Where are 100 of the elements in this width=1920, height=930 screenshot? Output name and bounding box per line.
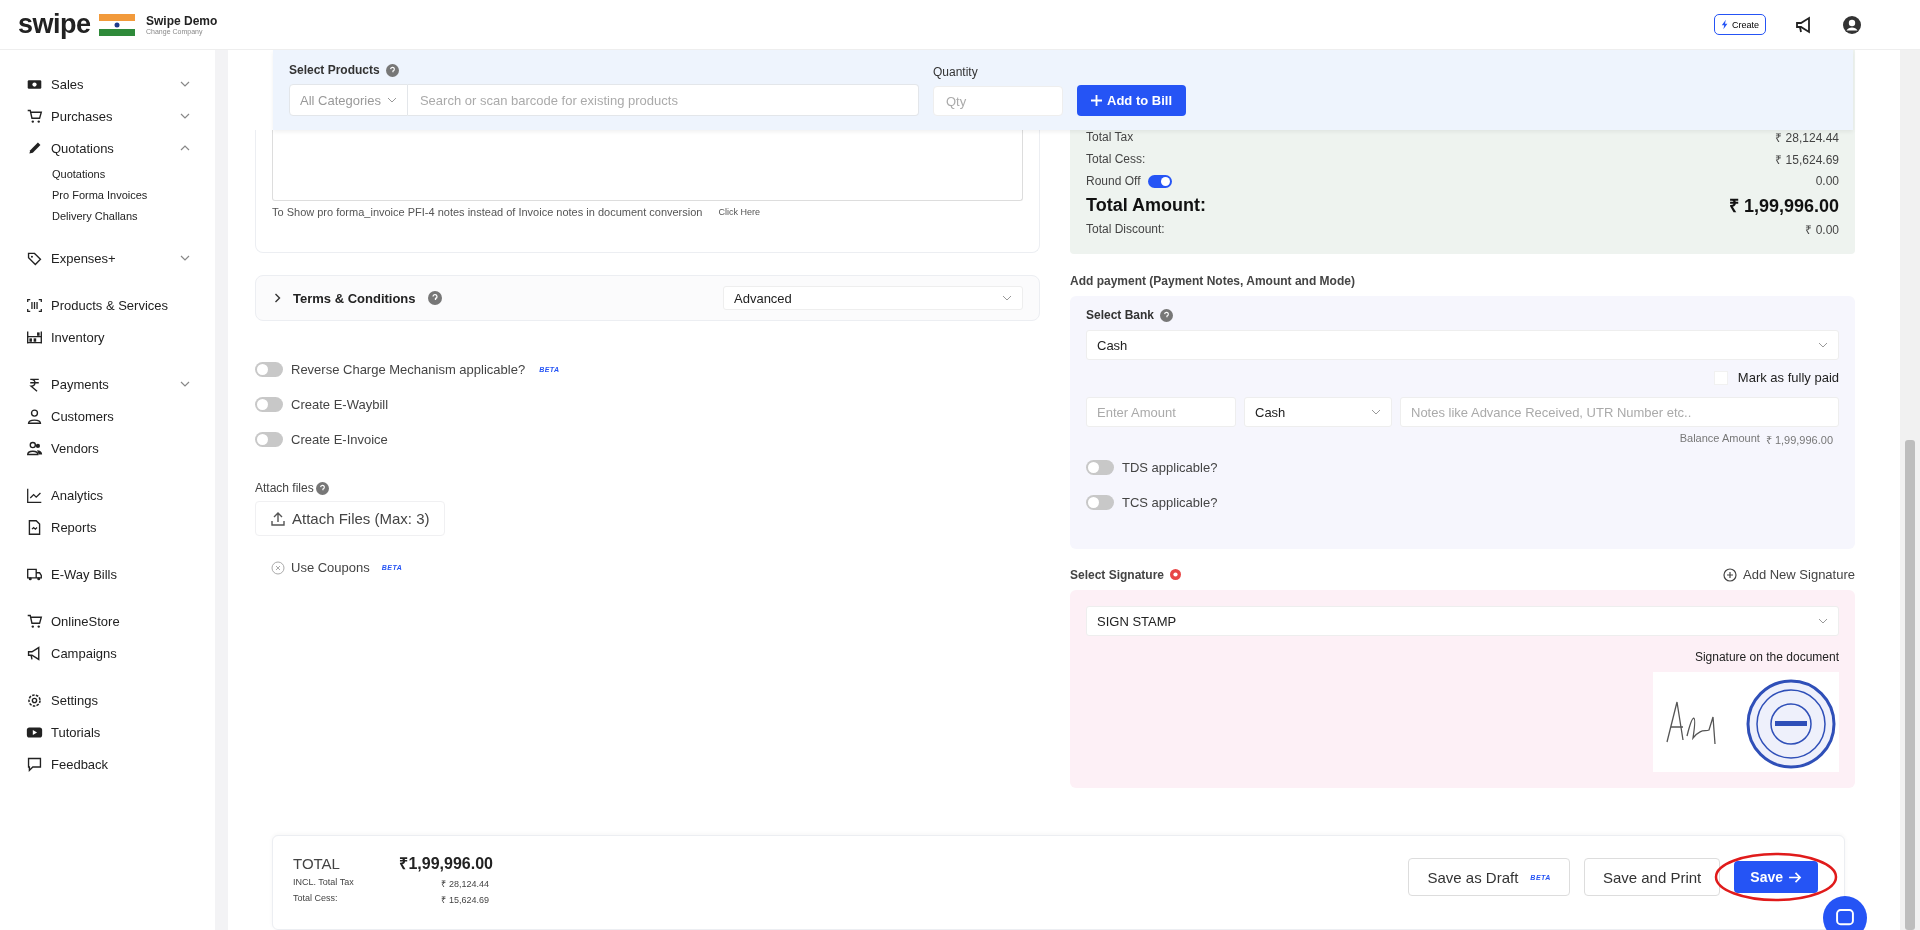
click-here-link[interactable]: Click Here (718, 207, 760, 217)
sidebar-item[interactable]: E-Way Bills (0, 558, 215, 590)
cart-icon (26, 107, 43, 125)
summary-label: Round Off (1086, 174, 1141, 188)
payment-title: Add payment (Payment Notes, Amount and Mode) (1070, 274, 1356, 288)
help-icon (385, 63, 399, 77)
flag-icon (98, 13, 135, 36)
arrow-icon (1789, 871, 1802, 883)
sidebar-item[interactable]: Quotations (0, 132, 215, 164)
option-label: Create E-Waybill (291, 397, 389, 412)
add-signature-link[interactable]: Add New Signature (1723, 567, 1855, 582)
option-label: TCS applicable? (1122, 495, 1218, 510)
sidebar-item[interactable]: Vendors (0, 432, 215, 464)
chevron-icon (1818, 618, 1828, 624)
toggle-switch[interactable] (255, 397, 283, 412)
chevron-icon (386, 97, 397, 103)
sidebar-item[interactable]: Reports (0, 511, 215, 543)
required-icon (1170, 569, 1182, 580)
use-coupons-link[interactable]: Use Coupons (291, 560, 370, 575)
document-icon (26, 518, 43, 536)
sidebar-item[interactable]: Expenses+ (0, 242, 215, 274)
user-avatar-icon[interactable] (1842, 14, 1862, 35)
lightning-icon (1721, 19, 1729, 30)
footer-value: ₹ 28,124.44 (441, 878, 489, 890)
total-value: ₹1,99,996.00 (399, 854, 493, 874)
scrollbar[interactable] (1900, 50, 1920, 930)
select-signature-label: Select Signature (1070, 567, 1165, 582)
person-icon (26, 407, 43, 425)
sidebar-item[interactable]: OnlineStore (0, 605, 215, 637)
bank-select[interactable]: Cash (1086, 330, 1839, 360)
payment-mode-select[interactable]: Cash (1244, 397, 1392, 427)
payment-notes-field[interactable]: Notes like Advance Received, UTR Number etc.. (1400, 397, 1839, 427)
sidebar-item[interactable]: Purchases (0, 100, 215, 132)
chevron-icon (1002, 295, 1012, 301)
logo[interactable]: swipe (18, 9, 91, 40)
toggle-switch[interactable] (1086, 495, 1114, 510)
toggle-switch[interactable] (255, 432, 283, 447)
quantity-label: Quantity (933, 65, 979, 79)
terms-label: Terms & Conditions (293, 290, 416, 306)
save-button[interactable]: Save (1734, 861, 1818, 893)
terms-select[interactable]: Advanced (723, 286, 1023, 310)
sidebar-item[interactable]: Sales (0, 68, 215, 100)
attach-files-button[interactable]: Attach Files (Max: 3) (255, 501, 445, 536)
signature-select[interactable]: SIGN STAMP (1086, 606, 1839, 636)
sidebar-item[interactable]: Settings (0, 684, 215, 716)
balance-value: ₹ 1,99,996.00 (1765, 433, 1833, 447)
chat-icon[interactable] (1820, 896, 1870, 930)
balance-label: Balance Amount (1679, 432, 1760, 446)
search-field[interactable]: Search or scan barcode for existing products (407, 84, 919, 116)
chevron-icon[interactable] (274, 293, 281, 303)
plus-circle-icon (1723, 567, 1737, 582)
summary-value: ₹ 0.00 (1805, 221, 1839, 238)
upload-icon (270, 510, 286, 527)
coupon-icon (271, 560, 285, 575)
toggle-switch[interactable] (1086, 460, 1114, 475)
signature-caption: Signature on the document (1694, 650, 1839, 664)
sidebar-item[interactable]: Analytics (0, 479, 215, 511)
select-products-label: Select Products (289, 63, 380, 77)
option-label: Reverse Charge Mechanism applicable? (291, 362, 526, 377)
attach-files-label: Attach files (255, 481, 314, 495)
total-amount-label: Total Amount: (1086, 194, 1206, 216)
sidebar-item[interactable]: Products & Services (0, 289, 215, 321)
sidebar-item[interactable]: Payments (0, 368, 215, 400)
add-to-bill-button[interactable]: Add to Bill (1077, 85, 1186, 116)
help-icon (427, 291, 442, 305)
sidebar-item[interactable]: Customers (0, 400, 215, 432)
footer-label: Total Cess: (293, 893, 338, 905)
option-label: Create E-Invoice (291, 432, 388, 447)
help-icon (315, 481, 329, 495)
sidebar-subitem[interactable]: Pro Forma Invoices (0, 185, 215, 206)
toggle-switch[interactable] (1148, 174, 1173, 188)
footer-label: INCL. Total Tax (293, 877, 354, 889)
sidebar-subitem[interactable]: Quotations (0, 164, 215, 185)
help-icon (1160, 308, 1174, 322)
quantity-field[interactable]: Qty (933, 86, 1063, 116)
company-name[interactable]: Swipe Demo (146, 14, 218, 28)
toggle-switch[interactable] (255, 362, 283, 377)
people-icon (26, 439, 43, 457)
notes-hint: To Show pro forma_invoice PFI-4 notes instead of Invoice notes in document conversion (272, 206, 703, 218)
summary-value: 0.00 (1815, 174, 1839, 188)
line-chart-icon (26, 486, 43, 504)
summary-label: Total Discount: (1086, 222, 1165, 236)
sidebar-item[interactable]: Inventory (0, 321, 215, 353)
sidebar-item[interactable]: Tutorials (0, 716, 215, 748)
summary-value: ₹ 28,124.44 (1775, 129, 1839, 146)
chevron-icon (1371, 409, 1381, 415)
settings-icon (26, 691, 43, 709)
speech-bubble-icon (26, 755, 43, 773)
footer-button[interactable]: Save and Print (1583, 858, 1721, 896)
option-label: TDS applicable? (1122, 460, 1218, 475)
sidebar-item[interactable]: Campaigns (0, 637, 215, 669)
sidebar-subitem[interactable]: Delivery Challans (0, 206, 215, 227)
cart-icon (26, 612, 43, 630)
summary-label: Total Cess: (1086, 152, 1146, 166)
scan-frame-icon (26, 296, 43, 314)
create-button[interactable]: Create (1714, 14, 1766, 35)
select-bank-label: Select Bank (1086, 308, 1155, 322)
summary-value: ₹ 15,624.69 (1775, 151, 1839, 168)
sidebar-item[interactable]: Feedback (0, 748, 215, 780)
amount-field[interactable]: Enter Amount (1086, 397, 1236, 427)
